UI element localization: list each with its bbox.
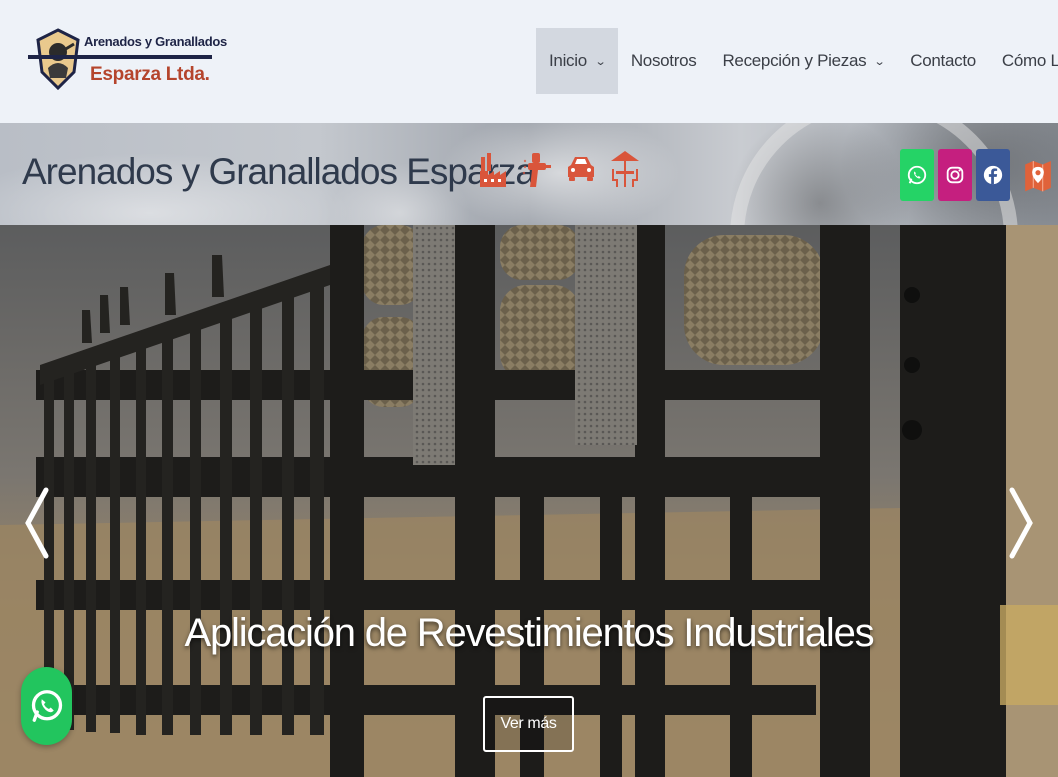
nav-label: Inicio — [549, 51, 587, 70]
service-icons — [478, 149, 640, 189]
nav-item-recepcion-y-piezas[interactable]: Recepción y Piezas ⌄ — [709, 28, 897, 94]
chevron-right-icon — [1009, 487, 1033, 559]
map-icon — [1025, 161, 1051, 192]
whatsapp-icon — [907, 165, 927, 185]
logo-line-2: Esparza Ltda. — [90, 64, 210, 85]
hero-title: Aplicación de Revestimientos Industriale… — [184, 611, 875, 655]
instagram-button[interactable] — [938, 149, 972, 201]
instagram-icon — [946, 166, 964, 184]
slider-next-button[interactable] — [1003, 483, 1039, 563]
nav-label: Cómo Llegar — [1001, 51, 1058, 70]
floating-whatsapp-button[interactable] — [21, 667, 72, 745]
nav-item-como-llegar[interactable]: Cómo Llegar — [989, 28, 1058, 94]
map-button[interactable] — [1022, 149, 1054, 201]
logo-divider — [28, 55, 212, 59]
site-logo[interactable]: Arenados y Granallados Esparza Ltda. — [28, 26, 227, 94]
spray-gun-icon — [522, 153, 551, 187]
nav-item-contacto[interactable]: Contacto — [897, 28, 989, 94]
hero-background-image — [0, 225, 1058, 777]
main-nav: Inicio ⌄ Nosotros Recepción y Piezas ⌄ C… — [536, 28, 1058, 94]
logo-line-1: Arenados y Granallados — [84, 34, 227, 49]
facebook-icon — [983, 165, 1003, 185]
nav-label: Nosotros — [630, 51, 697, 70]
chevron-left-icon — [25, 487, 49, 559]
ver-mas-button[interactable]: Ver más — [483, 696, 574, 752]
nav-label: Recepción y Piezas — [722, 51, 867, 70]
nav-item-inicio[interactable]: Inicio ⌄ — [536, 28, 618, 94]
facebook-button[interactable] — [976, 149, 1010, 201]
nav-label: Contacto — [910, 51, 976, 70]
hero-slider: Aplicación de Revestimientos Industriale… — [0, 225, 1058, 777]
chevron-down-icon: ⌄ — [874, 55, 886, 68]
logo-badge-icon — [36, 28, 80, 90]
title-band: Arenados y Granallados Esparza — [0, 123, 1058, 225]
car-icon — [568, 157, 594, 181]
cafe-table-icon — [611, 151, 639, 187]
slider-prev-button[interactable] — [19, 483, 55, 563]
band-title: Arenados y Granallados Esparza — [22, 151, 536, 192]
whatsapp-button[interactable] — [900, 149, 934, 201]
site-header: Arenados y Granallados Esparza Ltda. Ini… — [0, 0, 1058, 123]
nav-item-nosotros[interactable]: Nosotros — [618, 28, 710, 94]
whatsapp-icon — [31, 690, 62, 722]
chevron-down-icon: ⌄ — [594, 55, 607, 68]
factory-icon — [480, 153, 506, 187]
